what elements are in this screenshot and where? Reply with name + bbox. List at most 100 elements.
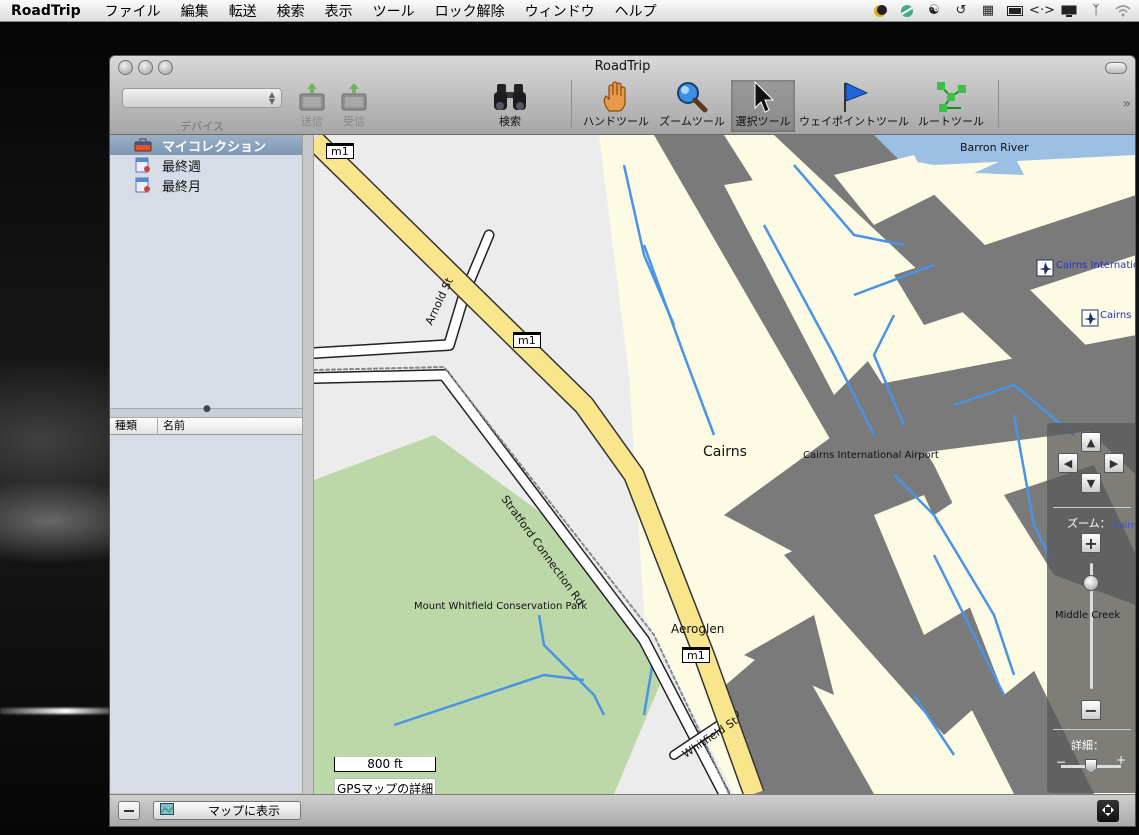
highway-shield-m1: m1 xyxy=(513,332,541,348)
arrow-right-icon: ▶ xyxy=(1109,456,1119,470)
menu-tools[interactable]: ツール xyxy=(363,1,425,21)
nav-divider xyxy=(1053,729,1131,730)
map-view[interactable]: Barron River Cairns Internation Cairns I… xyxy=(313,135,1135,794)
map-label-cairns-overlay: Cairns xyxy=(1113,521,1135,531)
map-label-aeroglen: Aeroglen xyxy=(671,622,725,636)
desktop-light-streak xyxy=(0,708,110,714)
magnifier-icon xyxy=(676,80,708,113)
waypoint-tool-label: ウェイポイントツール xyxy=(799,115,909,128)
window-title: RoadTrip xyxy=(594,59,651,74)
highway-shield-m1: m1 xyxy=(682,647,710,663)
waypoint-tool-button[interactable]: ウェイポイントツール xyxy=(798,80,910,132)
show-on-map-label: マップに表示 xyxy=(208,804,281,818)
zoom-in-button[interactable]: + xyxy=(1081,533,1101,553)
arrow-left-icon: ◀ xyxy=(1063,456,1073,470)
toolbar-toggle-button[interactable] xyxy=(1105,62,1127,74)
toolbar-overflow-icon[interactable]: » xyxy=(1122,96,1131,112)
window-titlebar[interactable]: RoadTrip ▲ ▼ デバイス 送信 受信 検索 ハンドツール ズームツール… xyxy=(110,56,1135,135)
collection-label: 最終週 xyxy=(162,159,202,175)
menu-view[interactable]: 表示 xyxy=(315,1,363,21)
map-label-middle-creek: Middle Creek xyxy=(1055,610,1121,621)
send-button[interactable]: 送信 xyxy=(298,80,326,132)
collection-item-my-collection[interactable]: マイコレクション xyxy=(110,135,302,155)
zoom-tool-button[interactable]: ズームツール xyxy=(656,80,728,132)
moon-icon[interactable] xyxy=(872,3,888,19)
battery-icon[interactable] xyxy=(1007,3,1023,19)
pan-up-button[interactable]: ▲ xyxy=(1081,432,1101,452)
zoom-tool-label: ズームツール xyxy=(659,115,725,128)
sidebar-split-handle[interactable]: ● xyxy=(110,404,302,418)
pan-left-button[interactable]: ◀ xyxy=(1058,453,1078,473)
show-on-map-button[interactable]: マップに表示 xyxy=(153,801,301,820)
hand-tool-label: ハンドツール xyxy=(583,115,649,128)
device-select[interactable]: ▲ ▼ xyxy=(122,88,282,108)
display-icon[interactable] xyxy=(1061,3,1077,19)
flag-icon xyxy=(839,80,869,113)
menu-unlock[interactable]: ロック解除 xyxy=(425,1,515,21)
receive-button[interactable]: 受信 xyxy=(340,80,368,132)
column-header-name[interactable]: 名前 xyxy=(158,418,302,434)
pan-down-button[interactable]: ▼ xyxy=(1081,473,1101,493)
map-detail-caption: GPSマップの詳細 xyxy=(334,778,437,794)
map-label-mount-whitfield: Mount Whitfield Conservation Park xyxy=(414,601,588,612)
color-sync-icon[interactable] xyxy=(899,3,915,19)
bluetooth-icon[interactable]: ᛉ xyxy=(1088,3,1104,19)
pan-right-button[interactable]: ▶ xyxy=(1104,453,1124,473)
minus-icon: − xyxy=(1084,700,1098,720)
menu-transfer[interactable]: 転送 xyxy=(219,1,267,21)
map-label-airport-poi[interactable]: Cairns Internation xyxy=(1056,260,1135,271)
detail-slider-knob[interactable] xyxy=(1085,759,1097,773)
search-button[interactable]: 検索 xyxy=(488,80,532,132)
highway-shield-m1: m1 xyxy=(326,143,354,159)
menu-app-name[interactable]: RoadTrip xyxy=(0,3,95,19)
menu-search[interactable]: 検索 xyxy=(267,1,315,21)
collection-item-last-week[interactable]: 最終週 xyxy=(110,155,302,175)
device-label: デバイス xyxy=(180,120,224,133)
code-brackets-icon[interactable]: <·> xyxy=(1029,3,1055,19)
accessibility-icon[interactable]: ☯ xyxy=(926,3,942,19)
arrow-down-icon: ▼ xyxy=(1086,476,1096,490)
toolbar-separator xyxy=(998,80,999,128)
smart-folder-icon xyxy=(134,157,152,173)
collection-label: 最終月 xyxy=(162,179,202,195)
time-machine-icon[interactable]: ↺ xyxy=(953,3,969,19)
map-label-airport-poi[interactable]: Cairns In xyxy=(1100,310,1135,321)
fullscreen-arrows-icon xyxy=(1101,803,1115,820)
detail-label: 詳細： xyxy=(1071,739,1104,752)
map-label-barron-river: Barron River xyxy=(960,141,1029,154)
search-label: 検索 xyxy=(499,115,521,128)
sidebar: マイコレクション 最終週 最終月 ● 種類 名前 xyxy=(110,135,303,793)
items-table-header: 種類 名前 xyxy=(110,418,302,435)
select-arrows-icon: ▲ ▼ xyxy=(268,90,275,106)
collections-list: マイコレクション 最終週 最終月 xyxy=(110,135,302,407)
arrow-up-icon: ▲ xyxy=(1086,435,1096,449)
select-tool-button[interactable]: 選択ツール xyxy=(731,80,795,132)
remove-item-button[interactable] xyxy=(118,801,140,820)
arrow-cursor-icon xyxy=(751,80,775,113)
plus-icon: + xyxy=(1084,533,1098,553)
wifi-icon[interactable] xyxy=(1115,3,1131,19)
column-header-type[interactable]: 種類 xyxy=(110,418,158,434)
menu-help[interactable]: ヘルプ xyxy=(605,1,667,21)
binoculars-icon xyxy=(493,80,527,113)
zoom-label: ズーム： xyxy=(1067,517,1111,530)
map-navigation-panel: ▲ ◀ ▶ ▼ ズーム： Cairns + Middle Creek − 詳細：… xyxy=(1047,423,1135,793)
hand-tool-button[interactable]: ハンドツール xyxy=(582,80,650,132)
map-label-cairns-airport: Cairns International Airport xyxy=(803,450,939,461)
grid-icon[interactable]: ▦ xyxy=(980,3,996,19)
route-tool-button[interactable]: ルートツール xyxy=(916,80,986,132)
bottom-bar: マップに表示 xyxy=(110,794,1135,826)
map-picture-icon xyxy=(160,803,174,818)
route-icon xyxy=(935,80,967,113)
zoom-slider-knob[interactable] xyxy=(1083,575,1099,591)
scale-bar: 800 ft xyxy=(334,757,436,772)
fullscreen-button[interactable] xyxy=(1097,800,1119,822)
menu-file[interactable]: ファイル xyxy=(95,1,171,21)
menu-window[interactable]: ウィンドウ xyxy=(515,1,605,21)
send-icon xyxy=(299,80,325,113)
map-canvas xyxy=(314,135,1135,794)
zoom-out-button[interactable]: − xyxy=(1081,700,1101,720)
collection-item-last-month[interactable]: 最終月 xyxy=(110,175,302,195)
menu-edit[interactable]: 編集 xyxy=(171,1,219,21)
map-label-cairns: Cairns xyxy=(703,444,747,460)
